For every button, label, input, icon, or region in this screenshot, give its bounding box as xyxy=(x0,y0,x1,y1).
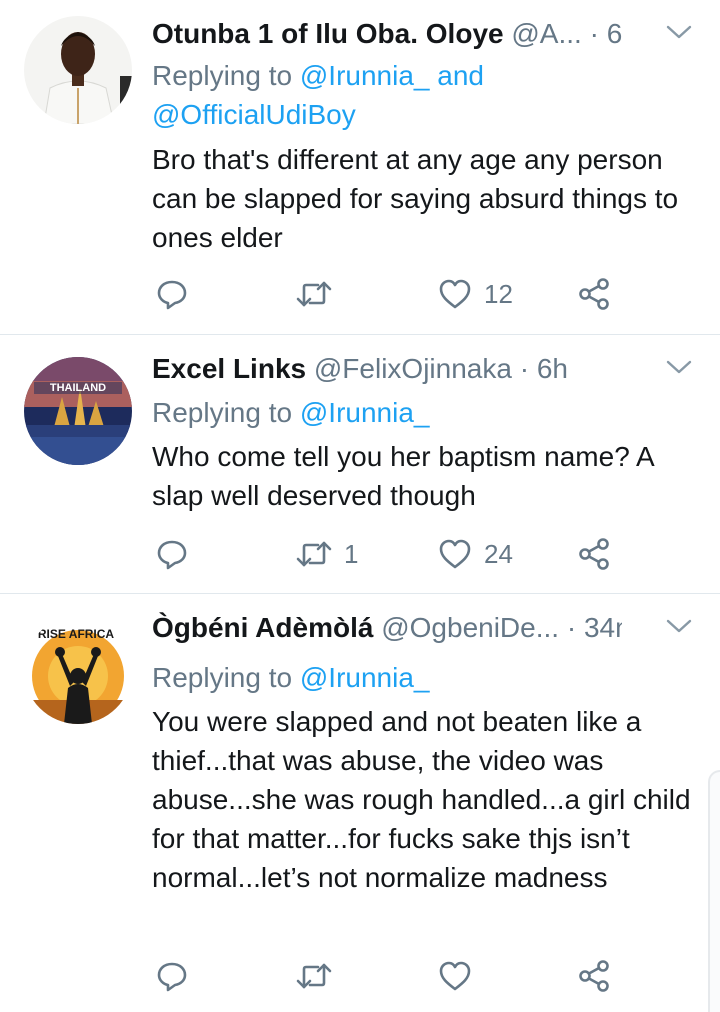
tweet-text: Who come tell you her baptism name? A sl… xyxy=(152,441,654,511)
share-icon xyxy=(579,278,609,310)
heart-icon xyxy=(439,961,471,991)
timestamp[interactable]: 6h xyxy=(607,18,622,49)
separator-dot: · xyxy=(589,18,599,49)
replying-to: Replying to @Irunnia_ and @OfficialUdiBo… xyxy=(152,56,692,134)
reply-icon xyxy=(157,540,187,570)
user-handle[interactable]: @A... xyxy=(511,18,581,49)
heart-icon xyxy=(439,279,471,309)
tweet-text: Bro that's different at any age any pers… xyxy=(152,144,679,253)
mention-link[interactable]: @Irunnia_ xyxy=(300,397,430,428)
replying-to-label: Replying to xyxy=(152,397,293,428)
chevron-down-icon[interactable] xyxy=(666,357,692,377)
mention-link[interactable]: @Irunnia_ xyxy=(300,662,430,693)
like-count: 12 xyxy=(484,278,513,309)
tweet-text: You were slapped and not beaten like a t… xyxy=(152,706,691,893)
avatar-text: THAILAND xyxy=(50,382,106,394)
display-name[interactable]: Excel Links xyxy=(152,353,306,384)
separator-dot: · xyxy=(519,353,530,384)
mention-joiner[interactable]: and xyxy=(437,60,484,91)
replying-to-label: Replying to xyxy=(152,60,293,91)
retweet-button[interactable]: 1 xyxy=(296,534,358,574)
retweet-icon xyxy=(296,541,332,567)
share-icon xyxy=(579,538,609,570)
avatar[interactable] xyxy=(24,16,132,124)
retweet-count: 1 xyxy=(344,538,359,569)
tweet-header: Excel Links @FelixOjinnaka · 6h xyxy=(152,349,622,389)
retweet-button[interactable] xyxy=(296,956,344,996)
display-name[interactable]: Otunba 1 of Ilu Oba. Oloye xyxy=(152,18,504,49)
heart-icon xyxy=(439,539,471,569)
like-count: 24 xyxy=(484,538,513,569)
tweet-header: Ògbéni Adèmòlá @OgbeniDe... · 34m xyxy=(152,608,622,648)
scroll-edge-indicator[interactable] xyxy=(708,770,720,1012)
like-button[interactable]: 12 xyxy=(438,274,513,314)
tweet[interactable]: THAILAND Excel Links @FelixOjinnaka · 6h… xyxy=(0,335,720,594)
mention-link[interactable]: @Irunnia_ xyxy=(300,60,430,91)
retweet-icon xyxy=(296,963,332,989)
retweet-button[interactable] xyxy=(296,274,344,314)
reply-icon xyxy=(157,962,187,992)
share-button[interactable] xyxy=(578,274,610,314)
like-button[interactable]: 24 xyxy=(438,534,513,574)
like-button[interactable] xyxy=(438,956,484,996)
mention-link[interactable]: @OfficialUdiBoy xyxy=(152,99,356,130)
timestamp[interactable]: 6h xyxy=(537,353,568,384)
tweet-actions: 1 24 xyxy=(152,534,672,574)
tweet[interactable]: Otunba 1 of Ilu Oba. Oloye @A... · 6h Re… xyxy=(0,0,720,335)
avatar[interactable]: THAILAND xyxy=(24,357,132,465)
share-button[interactable] xyxy=(578,534,610,574)
reply-button[interactable] xyxy=(156,956,188,996)
user-handle[interactable]: @OgbeniDe... xyxy=(381,612,559,643)
replying-to-label: Replying to xyxy=(152,662,293,693)
share-icon xyxy=(579,960,609,992)
retweet-icon xyxy=(296,281,332,307)
tweet-actions: 12 xyxy=(152,274,672,314)
chevron-down-icon[interactable] xyxy=(666,616,692,636)
share-button[interactable] xyxy=(578,956,610,996)
user-handle[interactable]: @FelixOjinnaka xyxy=(314,353,512,384)
avatar-text: RISE AFRICA xyxy=(38,627,115,641)
reply-button[interactable] xyxy=(156,534,188,574)
replying-to: Replying to @Irunnia_ xyxy=(152,658,692,697)
avatar[interactable]: RISE AFRICA xyxy=(24,616,132,724)
timestamp[interactable]: 34m xyxy=(584,612,622,643)
reply-icon xyxy=(157,280,187,310)
tweet-actions xyxy=(152,956,672,996)
chevron-down-icon[interactable] xyxy=(666,22,692,42)
display-name[interactable]: Ògbéni Adèmòlá xyxy=(152,612,373,643)
reply-button[interactable] xyxy=(156,274,188,314)
separator-dot: · xyxy=(566,612,577,643)
replying-to: Replying to @Irunnia_ xyxy=(152,393,692,432)
tweet-header: Otunba 1 of Ilu Oba. Oloye @A... · 6h xyxy=(152,14,622,54)
tweet[interactable]: RISE AFRICA Ògbéni Adèmòlá @OgbeniDe... … xyxy=(0,594,720,1011)
